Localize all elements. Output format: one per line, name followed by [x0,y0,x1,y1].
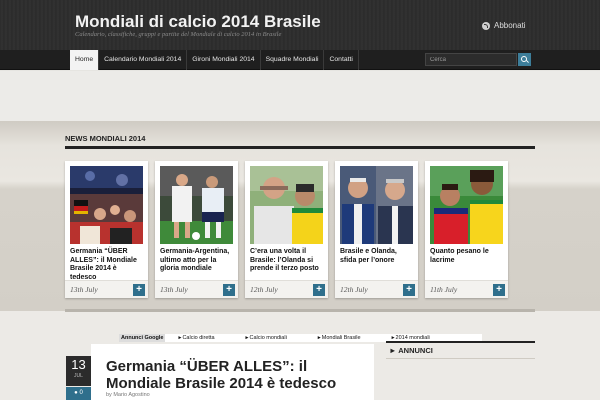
search-input[interactable] [425,53,517,66]
read-more-button[interactable]: + [133,284,145,296]
news-title[interactable]: C’era una volta il Brasile: l’Olanda si … [250,248,324,274]
nav-item-home[interactable]: Home [70,50,100,70]
ad-banner-area [0,71,600,121]
site-title[interactable]: Mondiali di calcio 2014 Brasile [75,12,321,32]
news-thumbnail[interactable] [160,166,233,244]
news-date-bar: 11th July + [425,280,508,298]
ad-link[interactable]: Calcio diretta [177,335,214,341]
news-card[interactable]: Quanto pesano le lacrime 11th July + [425,161,508,298]
post-title[interactable]: Germania “ÜBER ALLES”: il Mondiale Brasi… [106,358,366,392]
comments-count: 0 [79,390,83,396]
news-cards: Germania “ÜBER ALLES”: il Mondiale Brasi… [65,161,508,298]
sidebar-heading-label: ANNUNCI [398,346,433,355]
sidebar-underline [386,358,535,359]
news-heading: NEWS MONDIALI 2014 [65,134,146,143]
news-date: 12th July [340,285,368,294]
nav-item-calendario[interactable]: Calendario Mondiali 2014 [99,50,188,70]
news-thumbnail[interactable] [430,166,503,244]
news-bottom-divider [65,309,535,312]
ad-link[interactable]: Calcio mondiali [245,335,287,341]
comments-count-button[interactable]: ● 0 [66,387,91,400]
nav-item-gironi[interactable]: Gironi Mondiali 2014 [187,50,261,70]
post-date-badge: 13 JUL [66,356,91,386]
rss-icon [482,21,490,30]
news-thumbnail[interactable] [250,166,323,244]
subscribe-link[interactable]: Abbonati [482,21,526,30]
post-day: 13 [71,357,86,372]
site-header: Mondiali di calcio 2014 Brasile Calendar… [0,0,600,50]
comment-icon: ● [74,390,78,396]
sidebar-divider [386,341,535,343]
news-title[interactable]: Germania “ÜBER ALLES”: il Mondiale Brasi… [70,248,144,282]
news-card[interactable]: Germania-Argentina, ultimo atto per la g… [155,161,238,298]
news-date: 13th July [160,285,188,294]
news-date: 11th July [430,285,458,294]
news-date: 12th July [250,285,278,294]
news-date-bar: 12th July + [335,280,418,298]
nav-item-squadre[interactable]: Squadre Mondiali [261,50,325,70]
news-date-bar: 13th July + [65,280,148,298]
news-thumbnail[interactable] [70,166,143,244]
news-date-bar: 12th July + [245,280,328,298]
news-date-bar: 13th July + [155,280,238,298]
read-more-button[interactable]: + [313,284,325,296]
news-date: 13th July [70,285,98,294]
read-more-button[interactable]: + [403,284,415,296]
site-tagline: Calendario, classifiche, gruppi e partit… [75,31,282,38]
post-author[interactable]: by Mario Agostino [106,392,150,398]
news-title[interactable]: Quanto pesano le lacrime [430,248,504,265]
news-card[interactable]: Germania “ÜBER ALLES”: il Mondiale Brasi… [65,161,148,298]
read-more-button[interactable]: + [493,284,505,296]
news-card[interactable]: C’era una volta il Brasile: l’Olanda si … [245,161,328,298]
sidebar-heading: ► ANNUNCI [389,346,433,355]
news-card[interactable]: Brasile e Olanda, sfida per l’onore 12th… [335,161,418,298]
arrow-right-icon: ► [389,346,399,355]
news-divider [65,146,535,149]
news-title[interactable]: Brasile e Olanda, sfida per l’onore [340,248,414,265]
subscribe-label: Abbonati [494,21,526,30]
search-button[interactable] [518,53,531,66]
news-thumbnail[interactable] [340,166,413,244]
ad-label: Annunci Google [119,334,166,342]
ad-link[interactable]: Mondiali Brasile [317,335,361,341]
read-more-button[interactable]: + [223,284,235,296]
post-month: JUL [74,373,83,379]
news-title[interactable]: Germania-Argentina, ultimo atto per la g… [160,248,234,274]
nav-item-contatti[interactable]: Contatti [324,50,359,70]
main-nav: Home Calendario Mondiali 2014 Gironi Mon… [70,50,359,70]
